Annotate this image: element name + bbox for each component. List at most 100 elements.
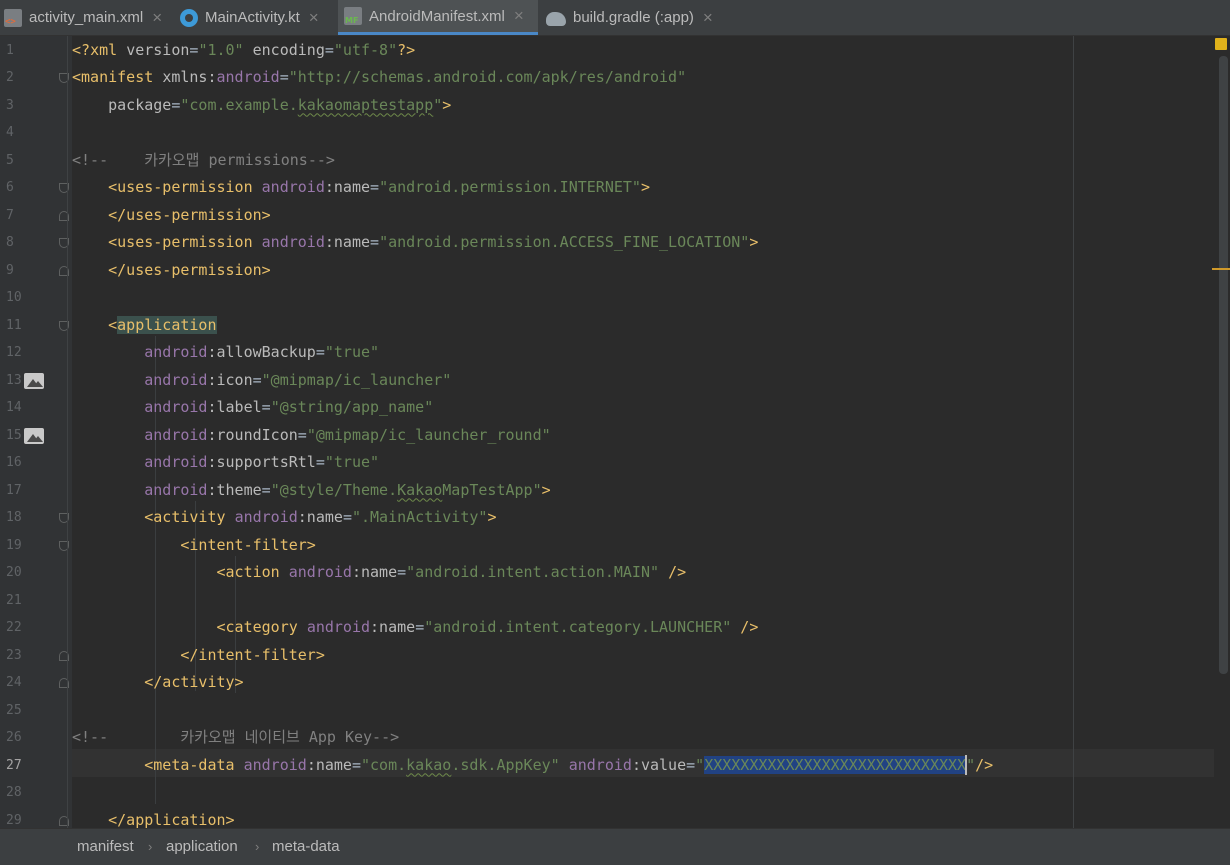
code-line[interactable]: <?xml version="1.0" encoding="utf-8"?> bbox=[72, 37, 415, 65]
line-number[interactable]: 11 bbox=[6, 312, 30, 340]
vertical-scrollbar[interactable] bbox=[1219, 56, 1228, 674]
code-line[interactable]: <category android:name="android.intent.c… bbox=[72, 614, 759, 642]
code-line[interactable]: android:label="@string/app_name" bbox=[72, 394, 433, 422]
line-number[interactable]: 7 bbox=[6, 202, 30, 230]
code-token: <action bbox=[216, 563, 289, 581]
line-number[interactable]: 5 bbox=[6, 147, 30, 175]
line-number[interactable]: 20 bbox=[6, 559, 30, 587]
code-line[interactable]: <application bbox=[72, 312, 217, 340]
line-number[interactable]: 24 bbox=[6, 669, 30, 697]
code-line[interactable]: <!-- 카카오맵 네이티브 App Key--> bbox=[72, 724, 399, 752]
code-token: :value bbox=[631, 755, 687, 774]
editor-gutter[interactable]: 1 2 3 4 5 6 7 8 9 10 11 12 13 14 15 16 17 18 19 20 21 22 23 24 2… bbox=[0, 36, 96, 828]
code-token: <uses-permission bbox=[108, 233, 262, 251]
line-number[interactable]: 18 bbox=[6, 504, 30, 532]
line-number[interactable]: 12 bbox=[6, 339, 30, 367]
line-number[interactable]: 9 bbox=[6, 257, 30, 285]
right-margin-guide bbox=[1073, 36, 1074, 828]
line-number[interactable]: 19 bbox=[6, 532, 30, 560]
code-line[interactable]: <meta-data android:name="com.kakao.sdk.A… bbox=[72, 752, 993, 780]
warning-marker[interactable] bbox=[1212, 268, 1230, 270]
code-token: android bbox=[144, 398, 208, 416]
breadcrumb-item-meta-data[interactable]: meta-data bbox=[272, 829, 340, 865]
tab-android-manifest-xml[interactable]: AndroidManifest.xml × bbox=[338, 0, 538, 35]
line-number[interactable]: 6 bbox=[6, 174, 30, 202]
line-number[interactable]: 27 bbox=[6, 752, 30, 780]
code-line[interactable]: </application> bbox=[72, 807, 235, 829]
code-token: :supportsRtl bbox=[207, 453, 316, 471]
code-token: <meta-data bbox=[144, 755, 244, 774]
line-number[interactable]: 8 bbox=[6, 229, 30, 257]
code-token: /> bbox=[975, 755, 994, 774]
code-token: = bbox=[279, 68, 289, 86]
code-token: = bbox=[252, 370, 262, 389]
code-line[interactable]: </uses-permission> bbox=[72, 257, 271, 285]
code-line[interactable]: </uses-permission> bbox=[72, 202, 271, 230]
close-icon[interactable]: × bbox=[703, 8, 713, 28]
code-token: = bbox=[324, 40, 334, 59]
code-line[interactable]: package="com.example.kakaomaptestapp"> bbox=[72, 92, 451, 120]
close-icon[interactable]: × bbox=[309, 8, 319, 28]
close-icon[interactable]: × bbox=[514, 6, 524, 26]
line-number[interactable]: 16 bbox=[6, 449, 30, 477]
code-line[interactable]: android:supportsRtl="true" bbox=[72, 449, 379, 477]
close-icon[interactable]: × bbox=[152, 8, 162, 28]
code-line[interactable]: <intent-filter> bbox=[72, 532, 315, 560]
code-token: > bbox=[487, 508, 497, 526]
breadcrumb-item-application[interactable]: application bbox=[166, 829, 238, 865]
line-number[interactable]: 14 bbox=[6, 394, 30, 422]
breadcrumb-item-manifest[interactable]: manifest bbox=[77, 829, 134, 865]
image-preview-icon[interactable] bbox=[24, 372, 44, 389]
code-editor[interactable]: <?xml version="1.0" encoding="utf-8"?> <m… bbox=[72, 36, 1214, 828]
code-line[interactable]: </intent-filter> bbox=[72, 642, 325, 670]
code-token: > bbox=[442, 95, 452, 114]
code-token: :name bbox=[370, 618, 416, 636]
code-line[interactable]: android:icon="@mipmap/ic_launcher" bbox=[72, 367, 451, 395]
line-number[interactable]: 3 bbox=[6, 92, 30, 120]
line-number[interactable]: 4 bbox=[6, 119, 30, 147]
code-token: </intent-filter> bbox=[180, 645, 325, 664]
code-line[interactable]: <uses-permission android:name="android.p… bbox=[72, 174, 650, 202]
code-line[interactable]: <!-- 카카오맵 permissions--> bbox=[72, 147, 335, 175]
line-number[interactable]: 28 bbox=[6, 779, 30, 807]
code-token: :allowBackup bbox=[207, 343, 316, 361]
code-token: <manifest bbox=[72, 68, 163, 86]
code-line[interactable]: <manifest xmlns:android="http://schemas.… bbox=[72, 64, 686, 92]
line-number[interactable]: 10 bbox=[6, 284, 30, 312]
warning-status-icon[interactable] bbox=[1215, 38, 1227, 50]
line-number[interactable]: 25 bbox=[6, 697, 30, 725]
tab-main-activity-kt[interactable]: MainActivity.kt × bbox=[180, 0, 336, 35]
tab-build-gradle[interactable]: build.gradle (:app) × bbox=[546, 0, 726, 35]
image-preview-icon[interactable] bbox=[24, 427, 44, 444]
tab-activity-main-xml[interactable]: activity_main.xml × bbox=[0, 0, 170, 35]
breadcrumb-separator: › bbox=[255, 839, 260, 854]
spelling-underline: Kakao bbox=[397, 480, 443, 499]
selected-text: XXXXXXXXXXXXXXXXXXXXXXXXXXXXX bbox=[704, 755, 967, 774]
code-line[interactable]: <uses-permission android:name="android.p… bbox=[72, 229, 758, 257]
spelling-underline: kakao bbox=[406, 755, 452, 774]
line-number[interactable]: 23 bbox=[6, 642, 30, 670]
line-number[interactable]: 21 bbox=[6, 587, 30, 615]
line-number[interactable]: 2 bbox=[6, 64, 30, 92]
line-number[interactable]: 26 bbox=[6, 724, 30, 752]
code-token: android bbox=[261, 233, 325, 251]
code-token: = bbox=[261, 480, 271, 499]
code-token: </application> bbox=[108, 810, 235, 829]
line-number[interactable]: 22 bbox=[6, 614, 30, 642]
code-token: encoding bbox=[252, 40, 325, 59]
code-line[interactable]: <action android:name="android.intent.act… bbox=[72, 559, 687, 587]
code-line[interactable]: android:theme="@style/Theme.KakaoMapTest… bbox=[72, 477, 550, 505]
code-line[interactable]: </activity> bbox=[72, 669, 243, 697]
line-number[interactable]: 17 bbox=[6, 477, 30, 505]
code-line[interactable]: <activity android:name=".MainActivity"> bbox=[72, 504, 496, 532]
line-number[interactable]: 1 bbox=[6, 37, 30, 65]
code-line[interactable]: android:roundIcon="@mipmap/ic_launcher_r… bbox=[72, 422, 550, 450]
code-line[interactable]: android:allowBackup="true" bbox=[72, 339, 379, 367]
